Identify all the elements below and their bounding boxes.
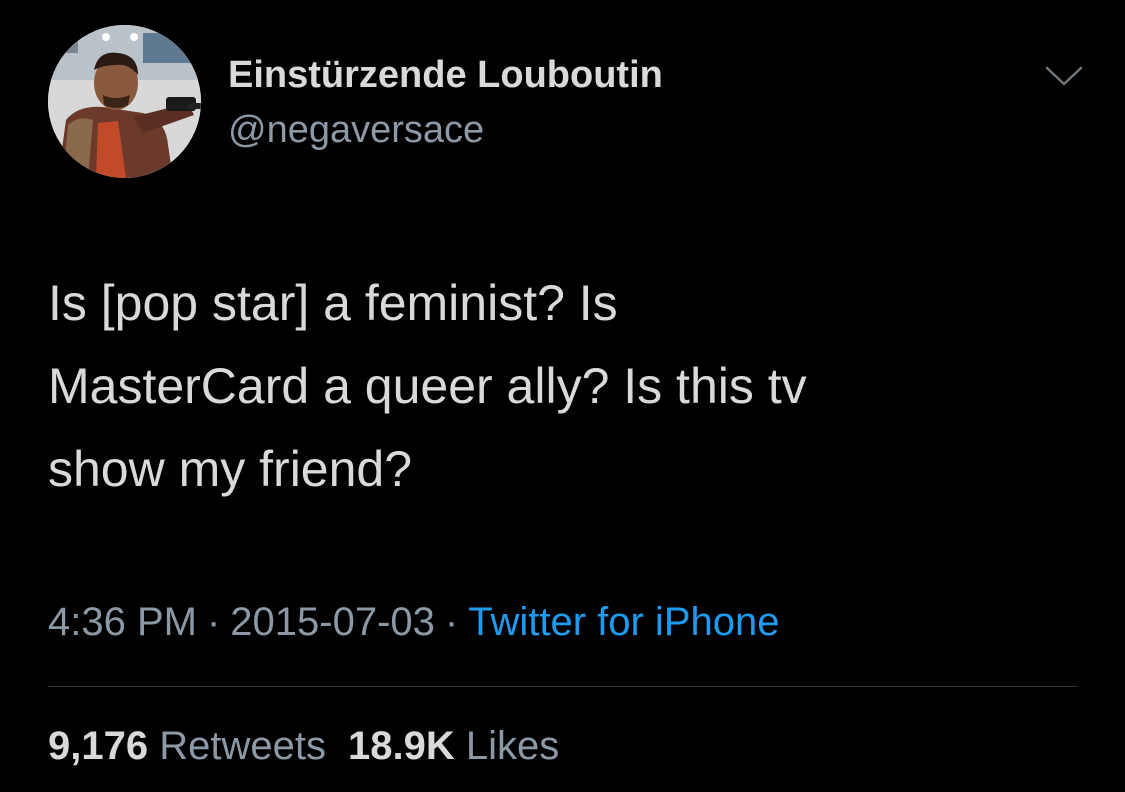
display-name[interactable]: Einstürzende Louboutin — [228, 52, 663, 98]
tweet-text-line: Is [pop star] a feminist? Is — [48, 275, 618, 331]
separator: · — [444, 600, 459, 644]
tweet-text-line: MasterCard a queer ally? Is this tv — [48, 358, 807, 414]
tweet-time[interactable]: 4:36 PM — [48, 600, 197, 644]
tweet-text: Is [pop star] a feminist? Is MasterCard … — [48, 262, 1048, 511]
tweet-metadata: 4:36 PM · 2015-07-03 · Twitter for iPhone — [48, 598, 779, 646]
retweets-label: Retweets — [159, 724, 326, 768]
likes-count: 18.9K — [347, 724, 455, 768]
divider — [48, 686, 1078, 687]
tweet-text-line: show my friend? — [48, 441, 413, 497]
tweet-date[interactable]: 2015-07-03 — [230, 600, 435, 644]
retweets-stat[interactable]: 9,176 Retweets — [48, 724, 326, 768]
avatar[interactable] — [48, 25, 201, 178]
likes-label: Likes — [465, 724, 560, 768]
chevron-down-icon[interactable] — [1044, 64, 1084, 88]
retweets-count: 9,176 — [48, 724, 149, 768]
profile-photo-icon — [48, 25, 201, 178]
separator: · — [206, 600, 221, 644]
tweet-card: Einstürzende Louboutin @negaversace Is [… — [0, 0, 1125, 792]
tweet-source-link[interactable]: Twitter for iPhone — [468, 600, 779, 644]
tweet-stats: 9,176 Retweets 18.9K Likes — [48, 722, 559, 770]
user-handle[interactable]: @negaversace — [228, 107, 484, 153]
likes-stat[interactable]: 18.9K Likes — [348, 724, 559, 768]
